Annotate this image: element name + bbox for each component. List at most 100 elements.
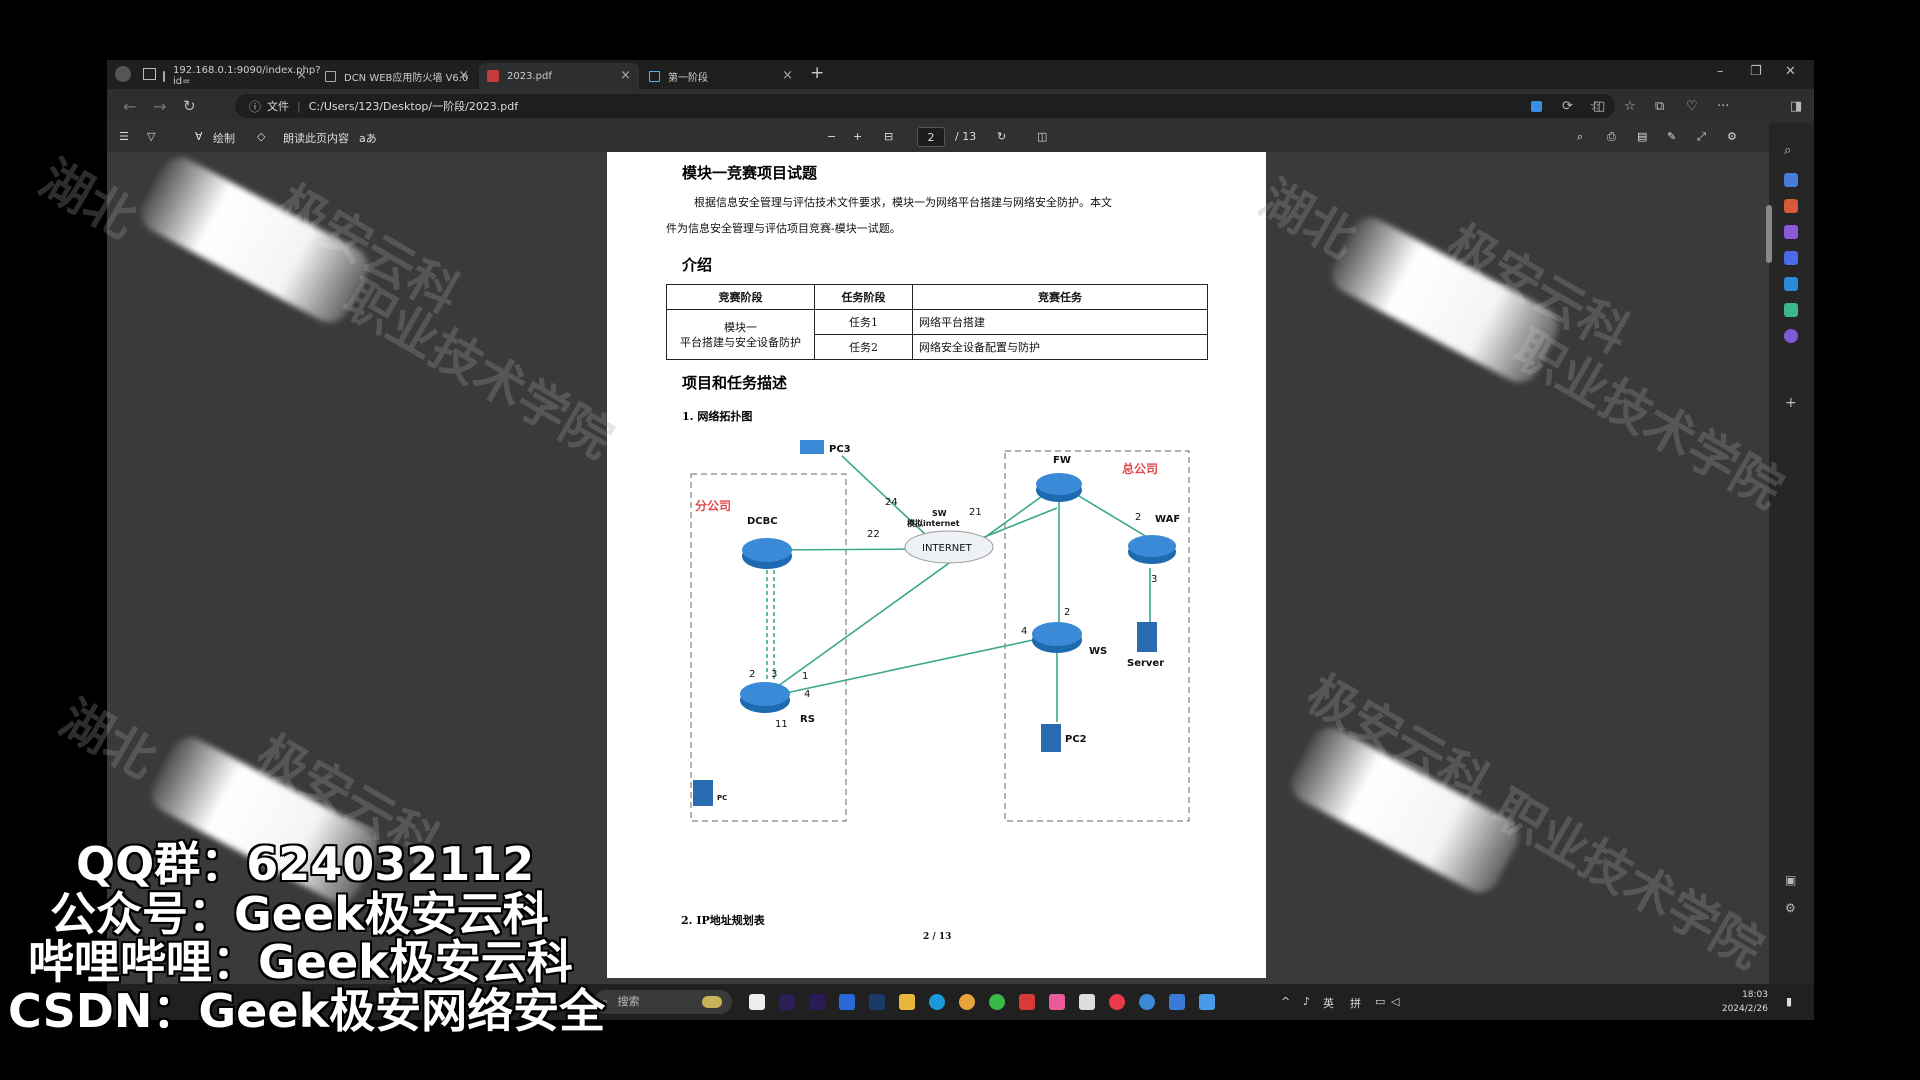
internet-label: INTERNET <box>922 543 973 554</box>
close-tab-icon[interactable]: × <box>458 68 469 83</box>
refresh-icon[interactable]: ↻ <box>183 97 196 115</box>
draw-button[interactable]: 绘制 <box>213 130 235 146</box>
steam-icon[interactable] <box>869 994 885 1010</box>
app-icon[interactable] <box>1199 994 1215 1010</box>
ime-language[interactable]: 英 <box>1323 995 1334 1011</box>
back-icon[interactable]: ← <box>123 97 136 116</box>
games-icon[interactable] <box>1784 225 1798 239</box>
app-icon[interactable] <box>1049 994 1065 1010</box>
sync-icon[interactable]: ⟳ <box>1562 99 1573 114</box>
premiere-icon[interactable] <box>809 994 825 1010</box>
read-aloud-button[interactable]: 朗读此页内容 <box>283 130 349 146</box>
more-icon[interactable]: ··· <box>1717 99 1729 114</box>
network-icon[interactable]: ▭ <box>1375 995 1385 1008</box>
url-text[interactable]: C:/Users/123/Desktop/一阶段/2023.pdf <box>309 98 518 114</box>
clock[interactable]: 18:03 2024/2/26 <box>1722 988 1768 1016</box>
find-icon[interactable]: ⌕ <box>1577 130 1583 144</box>
fit-page-icon[interactable]: ⊟ <box>884 130 893 143</box>
fullscreen-icon[interactable]: ⤢ <box>1697 130 1706 144</box>
zoom-out-button[interactable]: − <box>827 130 836 143</box>
minimize-button[interactable]: – <box>1717 64 1724 79</box>
table-cell: 网络平台搭建 <box>912 309 1208 335</box>
microphone-icon[interactable]: ♪ <box>1303 995 1310 1008</box>
pdf-toolbar: ☰ ▽ ∀ 绘制 ◇ 朗读此页内容 aあ − + ⊟ 2 / 13 ↻ ◫ ⌕ … <box>107 123 1769 152</box>
page-view-icon[interactable]: ◫ <box>1037 130 1047 143</box>
search-highlight-icon <box>702 996 722 1008</box>
tab-bar: 192.168.0.1:9090/index.php?id= × DCN WEB… <box>107 60 1814 89</box>
forward-icon[interactable]: → <box>153 97 166 116</box>
draw-icon[interactable]: ∀ <box>195 130 203 143</box>
app-icon[interactable] <box>1079 994 1095 1010</box>
favorites-icon[interactable]: ☆ <box>1624 99 1636 114</box>
section-heading: 项目和任务描述 <box>682 374 788 392</box>
new-tab-button[interactable]: + <box>810 63 824 83</box>
server-icon <box>1137 622 1157 652</box>
sidebar-settings-icon[interactable]: ⚙ <box>1785 901 1796 915</box>
save-as-icon[interactable]: ✎ <box>1667 130 1676 143</box>
copilot-icon[interactable] <box>1784 173 1798 187</box>
eraser-icon[interactable]: ◇ <box>257 130 265 143</box>
zoom-in-button[interactable]: + <box>853 130 862 143</box>
notepad-icon[interactable] <box>1169 994 1185 1010</box>
close-tab-icon[interactable]: × <box>782 68 793 83</box>
close-window-button[interactable]: ✕ <box>1785 64 1796 79</box>
settings-icon[interactable]: ⚙ <box>1727 130 1737 143</box>
port-label: 2 <box>1135 512 1141 523</box>
sidebar-toggle-icon[interactable]: ◨ <box>1790 99 1802 114</box>
volume-icon[interactable]: ◁ <box>1391 995 1399 1008</box>
chrome-icon[interactable] <box>959 994 975 1010</box>
print-icon[interactable]: ⎙ <box>1607 130 1616 144</box>
page-footer: 2 / 13 <box>923 932 952 942</box>
screenshot-icon[interactable]: ▣ <box>1785 873 1796 887</box>
add-icon[interactable]: + <box>1785 395 1797 411</box>
ime-mode[interactable]: 拼 <box>1350 995 1361 1011</box>
rotate-icon[interactable]: ↻ <box>997 130 1006 143</box>
maximize-button[interactable]: ❐ <box>1750 64 1762 79</box>
port-label: 3 <box>771 669 777 680</box>
intro-paragraph: 根据信息安全管理与评估技术文件要求，模块一为网络平台搭建与网络安全防护。本文 <box>694 196 1112 209</box>
edge-icon[interactable] <box>929 994 945 1010</box>
port-label: 2 <box>749 669 755 680</box>
tab-waf[interactable]: DCN WEB应用防火墙 V6.0 × <box>317 63 477 89</box>
after-effects-icon[interactable] <box>779 994 795 1010</box>
save-icon[interactable]: ▤ <box>1637 130 1647 143</box>
app-icon[interactable] <box>1139 994 1155 1010</box>
folder-icon[interactable] <box>899 994 915 1010</box>
app-icon[interactable] <box>839 994 855 1010</box>
send-icon[interactable] <box>1784 303 1798 317</box>
designer-icon[interactable] <box>1784 329 1798 343</box>
app-icon[interactable] <box>1019 994 1035 1010</box>
rs-switch-icon <box>740 682 790 713</box>
tray-chevron-icon[interactable]: ^ <box>1281 995 1290 1008</box>
dcbc-router-icon <box>742 538 792 569</box>
table-cell: 模块一 平台搭建与安全设备防护 <box>666 309 815 360</box>
app-icon[interactable] <box>1784 251 1798 265</box>
extension-icon[interactable] <box>1531 101 1542 112</box>
wechat-icon[interactable] <box>989 994 1005 1010</box>
tab-stage-one[interactable]: 第一阶段 × <box>641 63 801 89</box>
pc1-label: PC <box>717 794 727 802</box>
notification-icon[interactable]: ▮ <box>1786 995 1792 1008</box>
competition-table: 竞赛阶段 任务阶段 竞赛任务 模块一 平台搭建与安全设备防护 任务1 网络平台搭… <box>666 284 1208 360</box>
scrollbar-thumb[interactable] <box>1766 205 1772 263</box>
outlook-icon[interactable] <box>1784 277 1798 291</box>
contents-icon[interactable]: ☰ <box>119 130 129 143</box>
tab-router[interactable]: 192.168.0.1:9090/index.php?id= × <box>155 63 321 89</box>
tools-icon[interactable] <box>1784 199 1798 213</box>
taskbar-search[interactable]: ⌕ 搜索 <box>594 990 732 1014</box>
search-icon[interactable]: ⌕ <box>1784 143 1791 158</box>
netease-music-icon[interactable] <box>1109 994 1125 1010</box>
info-icon[interactable]: ⓘ <box>249 98 261 115</box>
page-number-input[interactable]: 2 <box>917 127 945 147</box>
tab-pdf[interactable]: 2023.pdf × <box>479 63 639 89</box>
file-icon[interactable] <box>749 994 765 1010</box>
close-tab-icon[interactable]: × <box>296 68 307 83</box>
close-tab-icon[interactable]: × <box>620 68 631 83</box>
address-bar[interactable]: ⓘ 文件 | C:/Users/123/Desktop/一阶段/2023.pdf… <box>235 94 1615 118</box>
profile-avatar[interactable] <box>115 66 131 82</box>
collections-icon[interactable]: ⧉ <box>1655 99 1664 114</box>
highlight-icon[interactable]: ▽ <box>147 130 155 143</box>
translate-icon[interactable]: aあ <box>359 130 377 146</box>
split-screen-icon[interactable]: ◫ <box>1593 99 1605 114</box>
heart-icon[interactable]: ♡ <box>1686 99 1698 114</box>
